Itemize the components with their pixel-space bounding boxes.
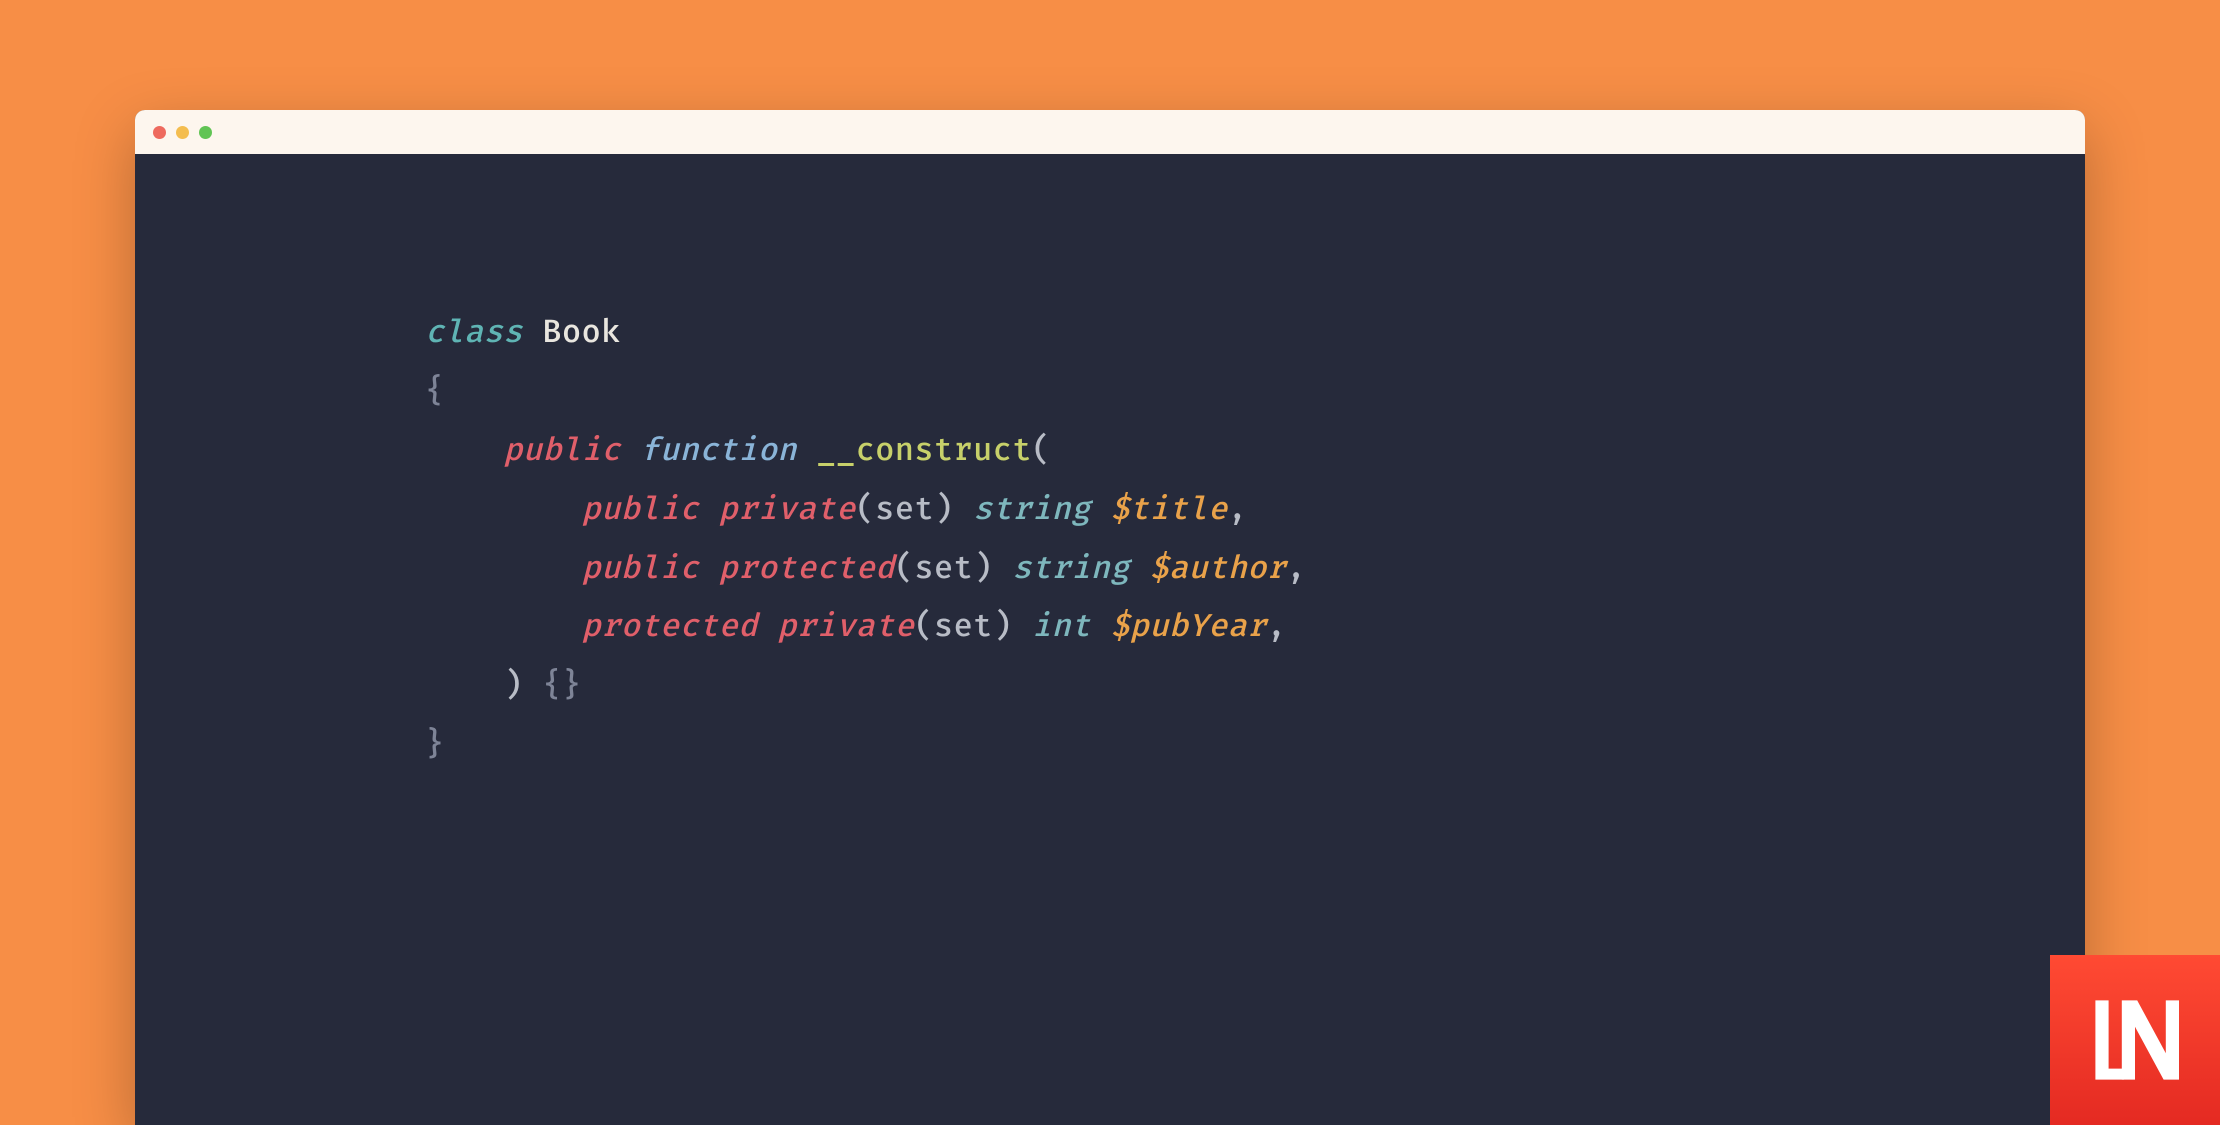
- paren-close: ): [934, 490, 954, 529]
- code-line-2: {: [425, 372, 445, 411]
- modifier-private: private: [719, 490, 856, 529]
- set-text: set: [914, 549, 973, 588]
- close-icon[interactable]: [153, 126, 166, 139]
- keyword-class: class: [425, 313, 523, 352]
- set-text: set: [875, 490, 934, 529]
- var-author: $author: [1149, 549, 1286, 588]
- brand-logo: [2050, 955, 2220, 1125]
- type-string: string: [973, 490, 1090, 529]
- modifier-protected: protected: [582, 607, 758, 646]
- modifier-public: public: [582, 549, 699, 588]
- var-pubyear: $pubYear: [1110, 607, 1267, 646]
- brace-open: {: [425, 372, 445, 411]
- paren-open: (: [895, 549, 915, 588]
- paren-open: (: [856, 490, 876, 529]
- canvas: class Book { public function __construct…: [0, 0, 2220, 1125]
- modifier-protected: protected: [719, 549, 895, 588]
- code-line-5: public protected(set) string $author,: [425, 549, 1306, 588]
- comma: ,: [1286, 549, 1306, 588]
- class-name: Book: [542, 313, 620, 352]
- modifier-public: public: [582, 490, 699, 529]
- code-line-1: class Book: [425, 313, 621, 352]
- logo-icon: [2080, 985, 2190, 1095]
- brace-close: }: [425, 725, 445, 764]
- comma: ,: [1228, 490, 1248, 529]
- code-editor: class Book { public function __construct…: [135, 154, 2085, 1125]
- code-line-6: protected private(set) int $pubYear,: [425, 607, 1286, 646]
- paren-close: ): [993, 607, 1013, 646]
- code-line-7: ) {}: [425, 666, 582, 705]
- code-line-8: }: [425, 725, 445, 764]
- paren-close: ): [503, 666, 523, 705]
- type-int: int: [1032, 607, 1091, 646]
- code-line-4: public private(set) string $title,: [425, 490, 1247, 529]
- comma: ,: [1267, 607, 1287, 646]
- empty-body: {}: [542, 666, 581, 705]
- maximize-icon[interactable]: [199, 126, 212, 139]
- dunder: __: [817, 431, 856, 470]
- modifier-private: private: [777, 607, 914, 646]
- keyword-public: public: [503, 431, 620, 470]
- window-titlebar: [135, 110, 2085, 154]
- keyword-function: function: [640, 431, 797, 470]
- paren-open: (: [1032, 431, 1052, 470]
- paren-open: (: [914, 607, 934, 646]
- var-title: $title: [1110, 490, 1227, 529]
- paren-close: ): [973, 549, 993, 588]
- editor-window: class Book { public function __construct…: [135, 110, 2085, 1125]
- set-text: set: [934, 607, 993, 646]
- code-line-3: public function __construct(: [425, 431, 1052, 470]
- type-string: string: [1012, 549, 1129, 588]
- method-construct: construct: [856, 431, 1032, 470]
- minimize-icon[interactable]: [176, 126, 189, 139]
